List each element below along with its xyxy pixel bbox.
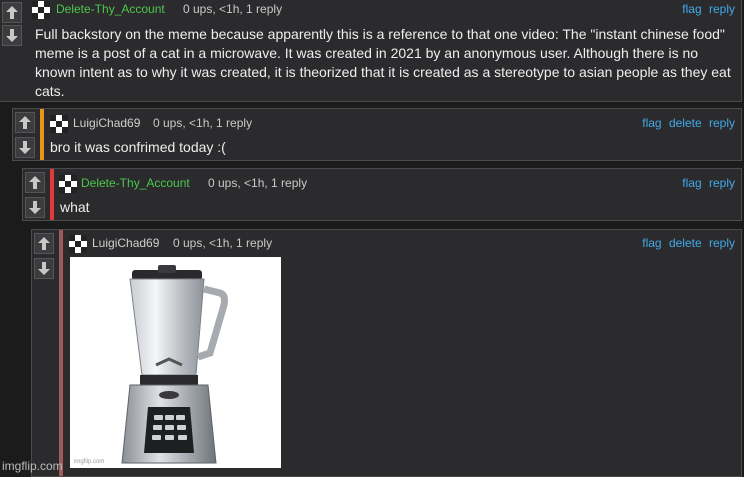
arrow-down-icon	[38, 262, 50, 275]
downvote-button[interactable]	[34, 258, 54, 279]
comment-3: Delete-Thy_Account 0 ups, <1h, 1 reply f…	[22, 168, 742, 221]
flag-link[interactable]: flag	[642, 116, 661, 130]
arrow-down-icon	[6, 29, 18, 42]
comment-meta: 0 ups, <1h, 1 reply	[173, 236, 273, 250]
reply-link[interactable]: reply	[709, 176, 735, 190]
username-link[interactable]: Delete-Thy_Account	[81, 173, 190, 193]
comment-actions: flag reply	[678, 173, 735, 193]
comment-meta: 0 ups, <1h, 1 reply	[183, 2, 283, 16]
comment-text: Full backstory on the meme because appar…	[35, 26, 731, 99]
comment-meta: 0 ups, <1h, 1 reply	[208, 176, 308, 190]
delete-link[interactable]: delete	[669, 236, 702, 250]
comment-1: Delete-Thy_Account 0 ups, <1h, 1 reply f…	[0, 0, 742, 102]
pixel-avatar-icon	[69, 235, 87, 253]
comment-2: LuigiChad69 0 ups, <1h, 1 reply flag del…	[12, 108, 742, 161]
flag-link[interactable]: flag	[642, 236, 661, 250]
comment-header: LuigiChad69 0 ups, <1h, 1 reply flag del…	[13, 113, 741, 133]
arrow-down-icon	[29, 201, 41, 214]
comment-header: Delete-Thy_Account 0 ups, <1h, 1 reply f…	[23, 173, 741, 193]
downvote-button[interactable]	[15, 137, 35, 158]
comment-4: LuigiChad69 0 ups, <1h, 1 reply flag del…	[31, 229, 742, 477]
flag-link[interactable]: flag	[682, 2, 701, 16]
image-credit: imgflip.com	[74, 459, 105, 465]
username-link[interactable]: LuigiChad69	[73, 113, 140, 133]
reply-link[interactable]: reply	[709, 236, 735, 250]
reply-link[interactable]: reply	[709, 116, 735, 130]
flag-link[interactable]: flag	[682, 176, 701, 190]
blender-image[interactable]: imgflip.com	[70, 257, 281, 468]
blender-icon	[121, 265, 228, 464]
arrow-down-icon	[19, 141, 31, 154]
comment-header: LuigiChad69 0 ups, <1h, 1 reply flag del…	[32, 233, 741, 253]
comment-text: what	[60, 199, 90, 215]
downvote-button[interactable]	[2, 25, 22, 46]
comment-actions: flag delete reply	[638, 113, 735, 133]
comment-meta: 0 ups, <1h, 1 reply	[153, 116, 253, 130]
comment-thread-accent	[59, 230, 63, 476]
downvote-button[interactable]	[25, 197, 45, 218]
site-watermark: imgflip.com	[2, 459, 63, 473]
reply-link[interactable]: reply	[709, 2, 735, 16]
comment-actions: flag reply	[678, 0, 735, 19]
pixel-avatar-icon	[50, 115, 68, 133]
username-link[interactable]: LuigiChad69	[92, 233, 159, 253]
comment-text: bro it was confrimed today :(	[50, 139, 226, 155]
delete-link[interactable]: delete	[669, 116, 702, 130]
comment-actions: flag delete reply	[638, 233, 735, 253]
comment-header: Delete-Thy_Account 0 ups, <1h, 1 reply f…	[0, 0, 741, 19]
username-link[interactable]: Delete-Thy_Account	[56, 0, 165, 19]
pixel-avatar-icon	[59, 175, 77, 193]
pixel-avatar-icon	[32, 1, 50, 19]
